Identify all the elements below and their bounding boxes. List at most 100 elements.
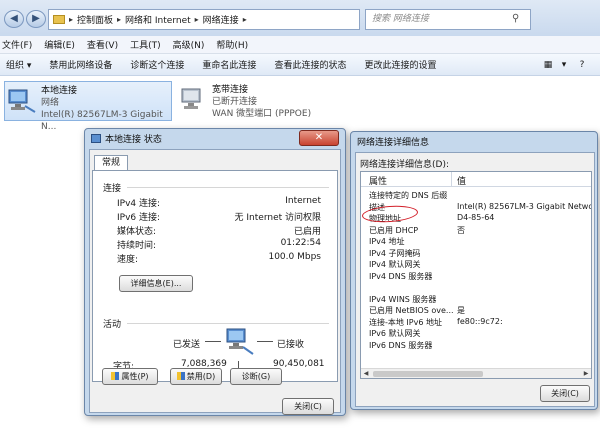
address-row: ◀ ▶ ▸ 控制面板 ▸ 网络和 Internet ▸ 网络连接 ▸ ▼ ↻ 搜… bbox=[0, 0, 600, 36]
breadcrumb-network-internet[interactable]: 网络和 Internet bbox=[125, 13, 191, 26]
connection-broadband[interactable]: 宽带连接 已断开连接 WAN 微型端口 (PPPOE) bbox=[176, 81, 336, 121]
disable-button[interactable]: 禁用(D) bbox=[170, 368, 222, 385]
scroll-left-icon[interactable]: ◀ bbox=[361, 369, 371, 378]
forward-button[interactable]: ▶ bbox=[26, 10, 46, 28]
connection-local[interactable]: 本地连接 网络 Intel(R) 82567LM-3 Gigabit N... bbox=[4, 81, 172, 132]
speed-value: 100.0 Mbps bbox=[268, 252, 321, 262]
divider bbox=[257, 341, 273, 342]
diagnose-button[interactable]: 诊断(G) bbox=[230, 368, 282, 385]
connection-section-title: 连接 bbox=[103, 184, 122, 194]
disable-button-label: 禁用(D) bbox=[186, 372, 216, 381]
column-value[interactable]: 值 bbox=[457, 174, 466, 187]
menu-edit[interactable]: 编辑(E) bbox=[44, 38, 75, 51]
dialog-title: 本地连接 状态 bbox=[91, 131, 162, 149]
search-icon: ⚲ bbox=[512, 13, 520, 24]
disable-device-button[interactable]: 禁用此网络设备 bbox=[49, 58, 112, 71]
command-bar: 组织 ▾ 禁用此网络设备 诊断这个连接 重命名此连接 查看此连接的状态 更改此连… bbox=[0, 54, 600, 76]
detail-property: IPv4 WINS 服务器 bbox=[369, 294, 437, 304]
detail-value: fe80::9c72: bbox=[457, 316, 503, 326]
chevron-right-icon: ▸ bbox=[117, 15, 122, 24]
divider bbox=[205, 341, 221, 342]
shield-icon bbox=[176, 372, 185, 380]
media-state-value: 已启用 bbox=[293, 227, 321, 237]
menu-tools[interactable]: 工具(T) bbox=[130, 38, 161, 51]
dialog-title-text: 本地连接 状态 bbox=[105, 135, 162, 145]
network-connection-details-dialog: 网络连接详细信息 网络连接详细信息(D): 属性 值 连接特定的 DNS 后缀描… bbox=[350, 131, 598, 410]
details-button[interactable]: 详细信息(E)... bbox=[119, 275, 193, 292]
detail-property: 已启用 DHCP bbox=[369, 225, 419, 235]
close-button[interactable]: 关闭(C) bbox=[540, 385, 590, 402]
breadcrumb-control-panel[interactable]: 控制面板 bbox=[77, 13, 113, 26]
ipv6-connectivity-value: 无 Internet 访问权限 bbox=[234, 213, 321, 223]
duration-value: 01:22:54 bbox=[280, 238, 321, 248]
rename-connection-button[interactable]: 重命名此连接 bbox=[202, 58, 256, 71]
properties-button-label: 属性(P) bbox=[121, 372, 149, 381]
bytes-received-value: 90,450,081 bbox=[273, 359, 325, 369]
list-header: 属性 值 bbox=[361, 172, 591, 187]
folder-icon bbox=[53, 15, 65, 24]
network-adapter-icon bbox=[7, 86, 37, 116]
connection-name: 本地连接 bbox=[41, 86, 78, 96]
sent-label: 已发送 bbox=[173, 340, 201, 350]
connection-type: 已断开连接 bbox=[212, 97, 258, 107]
properties-button[interactable]: 属性(P) bbox=[102, 368, 158, 385]
scroll-thumb[interactable] bbox=[373, 371, 483, 377]
details-list[interactable]: 属性 值 连接特定的 DNS 后缀 描述 Intel(R) 82567LM-3 Gi… bbox=[360, 171, 592, 379]
connection-device: WAN 微型端口 (PPPOE) bbox=[212, 109, 312, 119]
column-divider[interactable] bbox=[451, 172, 452, 186]
details-label: 网络连接详细信息(D): bbox=[360, 160, 449, 170]
close-icon[interactable]: ✕ bbox=[299, 130, 339, 146]
detail-property: 连接特定的 DNS 后缀 bbox=[369, 191, 448, 200]
connection-name: 宽带连接 bbox=[212, 85, 249, 95]
divider bbox=[127, 187, 329, 188]
detail-property: 连接-本地 IPv6 地址 bbox=[369, 317, 442, 327]
column-property[interactable]: 属性 bbox=[369, 174, 387, 187]
tab-general[interactable]: 常规 bbox=[94, 155, 128, 171]
connection-type: 网络 bbox=[41, 98, 60, 108]
duration-label: 持续时间: bbox=[117, 241, 157, 251]
horizontal-scrollbar[interactable]: ◀ ▶ bbox=[361, 368, 591, 378]
view-options-icon[interactable]: ▦ bbox=[540, 57, 556, 73]
broadband-icon bbox=[178, 85, 208, 115]
dialog-body: 常规 连接 IPv4 连接: Internet IPv6 连接: 无 Inter… bbox=[89, 149, 341, 415]
help-icon[interactable]: ? bbox=[574, 57, 590, 73]
chevron-right-icon: ▸ bbox=[242, 15, 247, 24]
close-button[interactable]: 关闭(C) bbox=[282, 398, 334, 415]
shield-icon bbox=[111, 372, 120, 380]
back-button[interactable]: ◀ bbox=[4, 10, 24, 28]
detail-value: 否 bbox=[457, 225, 465, 235]
view-status-button[interactable]: 查看此连接的状态 bbox=[274, 58, 346, 71]
divider bbox=[127, 323, 329, 324]
ipv4-connectivity-label: IPv4 连接: bbox=[117, 199, 161, 209]
menu-help[interactable]: 帮助(H) bbox=[216, 38, 248, 51]
detail-value: 是 bbox=[457, 306, 465, 315]
activity-section-title: 活动 bbox=[103, 320, 122, 330]
breadcrumb-network-connections[interactable]: 网络连接 bbox=[203, 13, 239, 26]
chevron-right-icon: ▸ bbox=[194, 15, 199, 24]
chevron-down-icon[interactable]: ▾ bbox=[556, 57, 572, 73]
speed-label: 速度: bbox=[117, 255, 139, 265]
address-bar[interactable]: ▸ 控制面板 ▸ 网络和 Internet ▸ 网络连接 ▸ ▼ ↻ bbox=[48, 9, 407, 30]
chevron-right-icon: ▸ bbox=[69, 15, 74, 24]
detail-value: D4-85-64 bbox=[457, 213, 495, 222]
search-input[interactable]: 搜索 网络连接 ⚲ bbox=[365, 9, 531, 30]
detail-property: IPv4 默认网关 bbox=[369, 260, 421, 269]
detail-value: Intel(R) 82567LM-3 Gigabit Network bbox=[457, 201, 592, 211]
ipv6-connectivity-label: IPv6 连接: bbox=[117, 213, 161, 223]
media-state-label: 媒体状态: bbox=[117, 227, 157, 237]
change-settings-button[interactable]: 更改此连接的设置 bbox=[364, 58, 436, 71]
scroll-right-icon[interactable]: ▶ bbox=[581, 369, 591, 378]
menu-file[interactable]: 文件(F) bbox=[2, 38, 32, 51]
ipv4-connectivity-value: Internet bbox=[285, 196, 321, 206]
general-panel: 连接 IPv4 连接: Internet IPv6 连接: 无 Internet… bbox=[92, 170, 338, 382]
dialog-body: 网络连接详细信息(D): 属性 值 连接特定的 DNS 后缀 描述 Intel(R)… bbox=[355, 152, 595, 407]
detail-property: IPv4 子网掩码 bbox=[369, 248, 421, 258]
menu-view[interactable]: 查看(V) bbox=[87, 38, 118, 51]
organize-button[interactable]: 组织 ▾ bbox=[6, 58, 31, 71]
search-placeholder: 搜索 网络连接 bbox=[372, 14, 429, 24]
menu-bar: 文件(F) 编辑(E) 查看(V) 工具(T) 高级(N) 帮助(H) bbox=[0, 36, 600, 54]
menu-advanced[interactable]: 高级(N) bbox=[173, 38, 205, 51]
diagnose-connection-button[interactable]: 诊断这个连接 bbox=[130, 58, 184, 71]
network-icon bbox=[91, 134, 101, 143]
detail-property: IPv6 DNS 服务器 bbox=[369, 340, 433, 350]
